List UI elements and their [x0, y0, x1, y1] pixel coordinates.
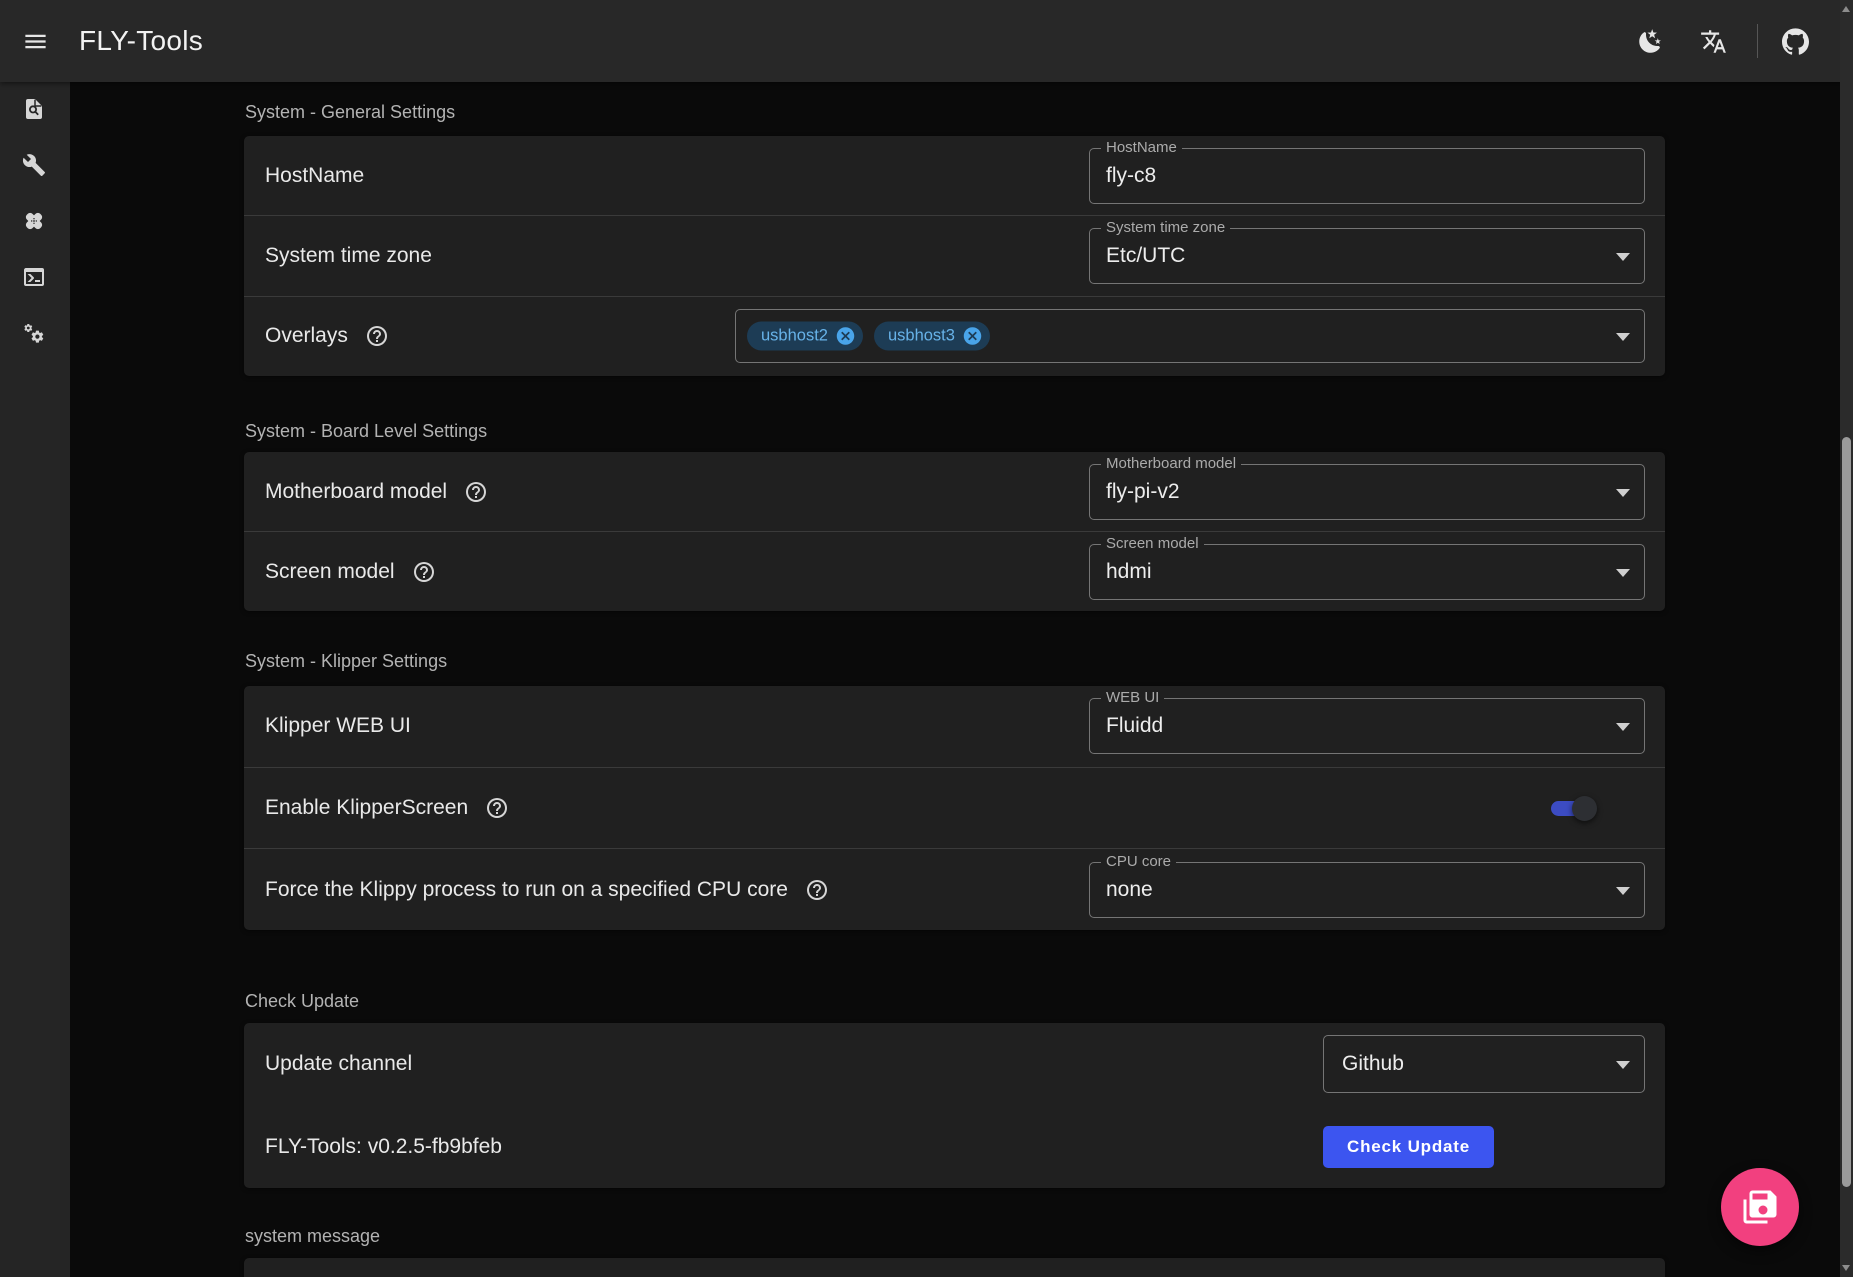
chevron-down-icon: [1616, 1061, 1630, 1069]
save-all-icon: [1742, 1189, 1778, 1225]
klipperscreen-toggle[interactable]: [1551, 801, 1591, 816]
close-circle-icon[interactable]: [835, 326, 856, 347]
chevron-down-icon: [1616, 887, 1630, 895]
help-icon[interactable]: [485, 796, 509, 820]
klipperscreen-label: Enable KlipperScreen: [265, 796, 468, 820]
sidebar-item-patch[interactable]: [0, 194, 70, 250]
main-content: System - General Settings HostName HostN…: [70, 82, 1840, 1277]
close-circle-icon[interactable]: [962, 326, 983, 347]
console-icon: [22, 265, 49, 292]
chip-usbhost2-label: usbhost2: [761, 327, 828, 346]
hostname-field-label: HostName: [1101, 139, 1182, 157]
screen-model-value: hdmi: [1106, 560, 1152, 584]
wrench-icon: [22, 153, 49, 180]
help-icon[interactable]: [464, 480, 488, 504]
screen-model-select[interactable]: Screen model hdmi: [1089, 544, 1645, 600]
scroll-down-arrow-icon[interactable]: [1842, 1265, 1850, 1271]
chevron-down-icon: [1616, 333, 1630, 341]
scrollbar-thumb[interactable]: [1842, 437, 1851, 1187]
webui-label: Klipper WEB UI: [265, 714, 411, 738]
sidebar: [0, 82, 70, 1277]
help-icon[interactable]: [412, 560, 436, 584]
hostname-input[interactable]: HostName fly-c8: [1089, 148, 1645, 204]
help-icon[interactable]: [365, 324, 389, 348]
timezone-field-label: System time zone: [1101, 219, 1230, 237]
section-title-klipper: System - Klipper Settings: [245, 651, 447, 672]
sidebar-item-settings[interactable]: [0, 306, 70, 362]
app-bar: FLY-Tools: [0, 0, 1853, 82]
motherboard-value: fly-pi-v2: [1106, 480, 1180, 504]
bandage-icon: [22, 209, 49, 236]
chevron-down-icon: [1616, 569, 1630, 577]
menu-icon[interactable]: [22, 28, 49, 55]
cpu-core-field-label: CPU core: [1101, 853, 1176, 871]
fly-tools-app: FLY-Tools: [0, 0, 1853, 1277]
row-screen-model: Screen model Screen model hdmi: [244, 531, 1665, 611]
chevron-down-icon: [1616, 489, 1630, 497]
card-klipper-settings: Klipper WEB UI WEB UI Fluidd Enable Klip…: [244, 686, 1665, 930]
webui-select[interactable]: WEB UI Fluidd: [1089, 698, 1645, 754]
sidebar-item-tools[interactable]: [0, 138, 70, 194]
chevron-down-icon: [1616, 723, 1630, 731]
appbar-divider: [1757, 24, 1758, 58]
app-title: FLY-Tools: [79, 25, 203, 57]
update-channel-select[interactable]: Github: [1323, 1035, 1645, 1093]
update-channel-value: Github: [1342, 1052, 1404, 1076]
row-update-channel: Update channel Github: [244, 1023, 1665, 1106]
row-hostname: HostName HostName fly-c8: [244, 136, 1665, 215]
chip-usbhost2[interactable]: usbhost2: [747, 322, 863, 351]
screen-model-label: Screen model: [265, 560, 395, 584]
overlay-chips: usbhost2 usbhost3: [747, 322, 990, 351]
row-timezone: System time zone System time zone Etc/UT…: [244, 215, 1665, 295]
card-system-message: [244, 1258, 1665, 1277]
section-title-board: System - Board Level Settings: [245, 421, 487, 442]
hostname-value: fly-c8: [1106, 164, 1156, 188]
update-channel-label: Update channel: [265, 1052, 412, 1076]
cogs-icon: [22, 321, 49, 348]
motherboard-field-label: Motherboard model: [1101, 455, 1241, 473]
row-motherboard: Motherboard model Motherboard model fly-…: [244, 452, 1665, 531]
card-check-update: Update channel Github FLY-Tools: v0.2.5-…: [244, 1023, 1665, 1188]
row-version: FLY-Tools: v0.2.5-fb9bfeb Check Update: [244, 1106, 1665, 1189]
toggle-thumb: [1572, 796, 1597, 821]
check-update-button[interactable]: Check Update: [1323, 1126, 1494, 1168]
timezone-select[interactable]: System time zone Etc/UTC: [1089, 228, 1645, 284]
webui-value: Fluidd: [1106, 714, 1163, 738]
scroll-up-arrow-icon[interactable]: [1842, 6, 1850, 12]
overlays-label: Overlays: [265, 324, 348, 348]
row-webui: Klipper WEB UI WEB UI Fluidd: [244, 686, 1665, 767]
webui-field-label: WEB UI: [1101, 689, 1164, 707]
cpu-core-value: none: [1106, 878, 1153, 902]
hostname-label: HostName: [265, 164, 364, 188]
motherboard-select[interactable]: Motherboard model fly-pi-v2: [1089, 464, 1645, 520]
save-fab-button[interactable]: [1721, 1168, 1799, 1246]
help-icon[interactable]: [805, 878, 829, 902]
timezone-value: Etc/UTC: [1106, 244, 1185, 268]
card-board-settings: Motherboard model Motherboard model fly-…: [244, 452, 1665, 611]
screen-model-field-label: Screen model: [1101, 535, 1204, 553]
row-overlays: Overlays usbhost2: [244, 296, 1665, 376]
timezone-label: System time zone: [265, 244, 432, 268]
section-title-system-message: system message: [245, 1226, 380, 1247]
row-klipperscreen: Enable KlipperScreen: [244, 767, 1665, 849]
motherboard-label: Motherboard model: [265, 480, 447, 504]
github-icon[interactable]: [1782, 28, 1809, 55]
sidebar-item-file-search[interactable]: [0, 82, 70, 138]
dark-mode-icon[interactable]: [1637, 28, 1664, 55]
row-cpu-core: Force the Klippy process to run on a spe…: [244, 848, 1665, 930]
cpu-core-select[interactable]: CPU core none: [1089, 862, 1645, 918]
translate-icon[interactable]: [1700, 28, 1727, 55]
overlays-select[interactable]: usbhost2 usbhost3: [735, 309, 1645, 363]
card-general-settings: HostName HostName fly-c8 System time zon…: [244, 136, 1665, 376]
sidebar-item-terminal[interactable]: [0, 250, 70, 306]
version-text: FLY-Tools: v0.2.5-fb9bfeb: [265, 1135, 502, 1159]
chevron-down-icon: [1616, 253, 1630, 261]
chip-usbhost3[interactable]: usbhost3: [874, 322, 990, 351]
cpu-core-label: Force the Klippy process to run on a spe…: [265, 878, 788, 902]
section-title-general: System - General Settings: [245, 102, 455, 123]
file-search-icon: [22, 97, 49, 124]
chip-usbhost3-label: usbhost3: [888, 327, 955, 346]
section-title-update: Check Update: [245, 991, 359, 1012]
scrollbar[interactable]: [1840, 0, 1853, 1277]
